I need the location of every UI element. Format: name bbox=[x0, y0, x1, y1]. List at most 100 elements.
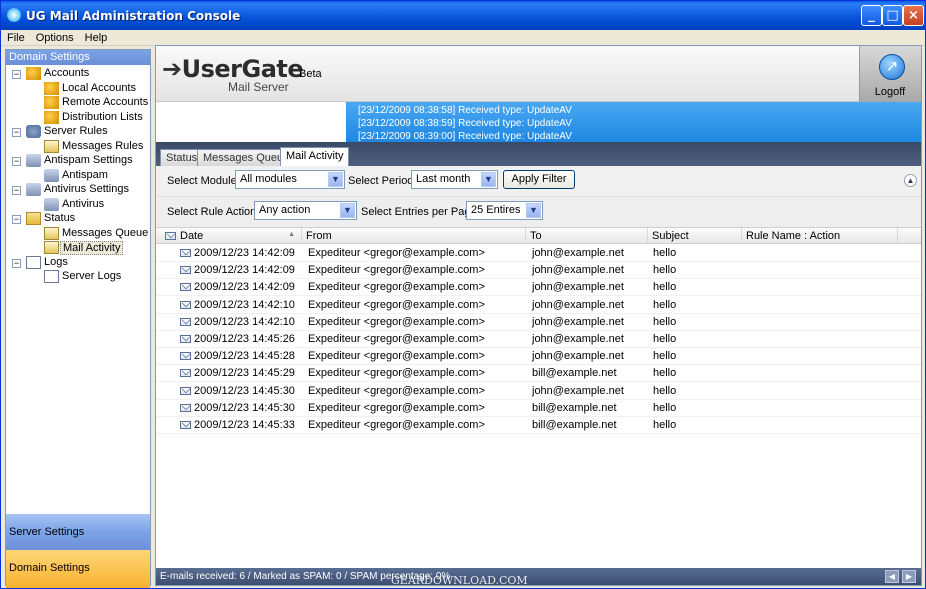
tree-item-distribution-lists[interactable]: Distribution Lists bbox=[6, 110, 150, 126]
tree-item-server-rules[interactable]: − Server Rules bbox=[6, 125, 150, 140]
tree-item-mail-activity[interactable]: Mail Activity bbox=[6, 241, 150, 256]
tree-item-status[interactable]: − Status bbox=[6, 212, 150, 227]
column-from[interactable]: From bbox=[302, 228, 526, 244]
envelope-icon bbox=[180, 335, 191, 343]
rule-action-select-value: Any action bbox=[259, 204, 311, 216]
table-cell: Expediteur <gregor@example.com> bbox=[308, 333, 485, 345]
next-page-icon[interactable]: ▶ bbox=[902, 570, 916, 583]
tree-item-messages-queue[interactable]: Messages Queue bbox=[6, 226, 150, 242]
tree-item-antispam[interactable]: Antispam bbox=[6, 168, 150, 184]
tree-item-label: Mail Activity bbox=[60, 241, 124, 255]
filter-row-2: Select Rule Action: Any action ▼ Select … bbox=[156, 197, 921, 228]
module-select-value: All modules bbox=[240, 173, 297, 185]
table-cell: hello bbox=[653, 401, 677, 414]
maximize-button[interactable]: □ bbox=[882, 5, 903, 26]
title-bar[interactable]: UG Mail Administration Console _ □ × bbox=[1, 1, 925, 30]
menu-options[interactable]: Options bbox=[30, 30, 79, 44]
tree-item-antivirus[interactable]: Antivirus bbox=[6, 197, 150, 213]
distribution-lists-icon bbox=[44, 110, 59, 124]
table-row[interactable]: 2009/12/23 14:45:33 Expediteur <gregor@ex… bbox=[156, 417, 921, 434]
accounts-icon bbox=[26, 67, 41, 80]
table-cell: Expediteur <gregor@example.com> bbox=[308, 384, 485, 397]
chevron-down-icon: ▼ bbox=[328, 172, 343, 187]
collapse-icon[interactable]: − bbox=[12, 128, 21, 137]
column-date-label: Date bbox=[180, 230, 204, 242]
table-row[interactable]: 2009/12/23 14:42:09 Expediteur <gregor@ex… bbox=[156, 262, 921, 280]
logoff-button[interactable]: ↗ Logoff bbox=[859, 46, 921, 102]
tree-item-antivirus-settings[interactable]: − Antivirus Settings bbox=[6, 183, 150, 198]
entries-per-page-value: 25 Entires bbox=[471, 204, 521, 216]
tree-item-antispam-settings[interactable]: − Antispam Settings bbox=[6, 154, 150, 169]
table-cell: 2009/12/23 14:45:30 bbox=[194, 384, 295, 397]
column-to[interactable]: To bbox=[526, 228, 648, 244]
module-select[interactable]: All modules ▼ bbox=[235, 170, 345, 189]
envelope-icon bbox=[180, 283, 191, 292]
previous-page-icon[interactable]: ◀ bbox=[885, 570, 899, 583]
table-cell: Expediteur <gregor@example.com> bbox=[308, 367, 485, 380]
tree-item-label: Remote Accounts bbox=[62, 96, 149, 108]
period-select[interactable]: Last month ▼ bbox=[411, 170, 498, 189]
table-row[interactable]: 2009/12/23 14:45:30 Expediteur <gregor@ex… bbox=[156, 383, 921, 400]
collapse-icon[interactable]: − bbox=[12, 70, 21, 79]
table-row[interactable]: 2009/12/23 14:45:26 Expediteur <gregor@ex… bbox=[156, 331, 921, 348]
domain-settings-button[interactable]: Domain Settings bbox=[6, 550, 150, 588]
table-cell: john@example.net bbox=[532, 333, 624, 345]
table-cell: Expediteur <gregor@example.com> bbox=[308, 419, 485, 431]
envelope-icon bbox=[180, 403, 191, 412]
table-cell: bill@example.net bbox=[532, 367, 617, 380]
status-bar: E-mails received: 6 / Marked as SPAM: 0 … bbox=[156, 568, 921, 585]
close-button[interactable]: × bbox=[903, 5, 924, 26]
tree-item-label: Distribution Lists bbox=[62, 110, 143, 123]
collapse-icon[interactable]: − bbox=[12, 258, 21, 268]
apply-filter-button[interactable]: Apply Filter bbox=[503, 170, 575, 189]
tree-item-server-logs[interactable]: Server Logs bbox=[6, 270, 150, 285]
table-cell: hello bbox=[653, 281, 677, 294]
sort-ascending-icon: ▲ bbox=[288, 231, 295, 238]
left-panel: Domain Settings − Accounts Local Accounts R… bbox=[5, 49, 151, 588]
mail-server-label: Mail Server bbox=[228, 80, 289, 94]
table-cell: hello bbox=[653, 350, 677, 363]
tree-item-accounts[interactable]: − Accounts bbox=[6, 67, 150, 82]
event-log-list[interactable]: [23/12/2009 08:38:58] Received type: Upd… bbox=[346, 102, 921, 142]
tree-item-label: Accounts bbox=[44, 67, 90, 79]
entries-per-page-select[interactable]: 25 Entires ▼ bbox=[466, 201, 543, 220]
messages-rules-icon bbox=[44, 139, 59, 153]
column-rule-action[interactable]: Rule Name : Action bbox=[742, 228, 898, 244]
tree-item-label: Antivirus Settings bbox=[44, 183, 129, 195]
left-panel-header: Domain Settings bbox=[6, 50, 150, 65]
collapse-filters-icon[interactable]: ▲ bbox=[904, 174, 917, 187]
tree-item-local-accounts[interactable]: Local Accounts bbox=[6, 81, 150, 97]
beta-label: Beta bbox=[299, 68, 322, 80]
table-row[interactable]: 2009/12/23 14:42:09 Expediteur <gregor@ex… bbox=[156, 245, 921, 262]
menu-file[interactable]: File bbox=[1, 30, 30, 44]
table-row[interactable]: 2009/12/23 14:45:30 Expediteur <gregor@ex… bbox=[156, 400, 921, 417]
table-row[interactable]: 2009/12/23 14:42:10 Expediteur <gregor@ex… bbox=[156, 314, 921, 331]
menu-help[interactable]: Help bbox=[79, 30, 113, 44]
collapse-icon[interactable]: − bbox=[12, 186, 21, 195]
column-date[interactable]: Date ▲ bbox=[156, 228, 302, 244]
remote-accounts-icon bbox=[44, 96, 59, 109]
table-row[interactable]: 2009/12/23 14:45:28 Expediteur <gregor@ex… bbox=[156, 348, 921, 366]
table-row[interactable]: 2009/12/23 14:42:09 Expediteur <gregor@ex… bbox=[156, 279, 921, 297]
server-logs-icon bbox=[44, 270, 59, 283]
tree-item-remote-accounts[interactable]: Remote Accounts bbox=[6, 96, 150, 111]
tree-item-logs[interactable]: − Logs bbox=[6, 255, 150, 271]
table-cell: hello bbox=[653, 384, 677, 397]
period-select-value: Last month bbox=[416, 173, 471, 185]
minimize-button[interactable]: _ bbox=[861, 5, 882, 26]
rule-action-select[interactable]: Any action ▼ bbox=[254, 201, 357, 220]
app-window: UG Mail Administration Console _ □ × Fil… bbox=[0, 0, 926, 589]
server-settings-button[interactable]: Server Settings bbox=[6, 514, 150, 552]
entries-per-page-label: Select Entries per Page: bbox=[361, 206, 480, 218]
collapse-icon[interactable]: − bbox=[12, 157, 21, 166]
column-subject[interactable]: Subject bbox=[648, 228, 742, 244]
tree-item-label: Logs bbox=[44, 255, 68, 268]
table-cell: john@example.net bbox=[532, 281, 624, 294]
tree-item-label: Messages Rules bbox=[62, 139, 144, 152]
table-row[interactable]: 2009/12/23 14:42:10 Expediteur <gregor@ex… bbox=[156, 297, 921, 314]
tab-mail-activity[interactable]: Mail Activity bbox=[280, 147, 350, 166]
collapse-icon[interactable]: − bbox=[12, 215, 21, 224]
table-row[interactable]: 2009/12/23 14:45:29 Expediteur <gregor@ex… bbox=[156, 365, 921, 383]
table-cell: hello bbox=[653, 419, 677, 431]
tree-item-messages-rules[interactable]: Messages Rules bbox=[6, 139, 150, 155]
